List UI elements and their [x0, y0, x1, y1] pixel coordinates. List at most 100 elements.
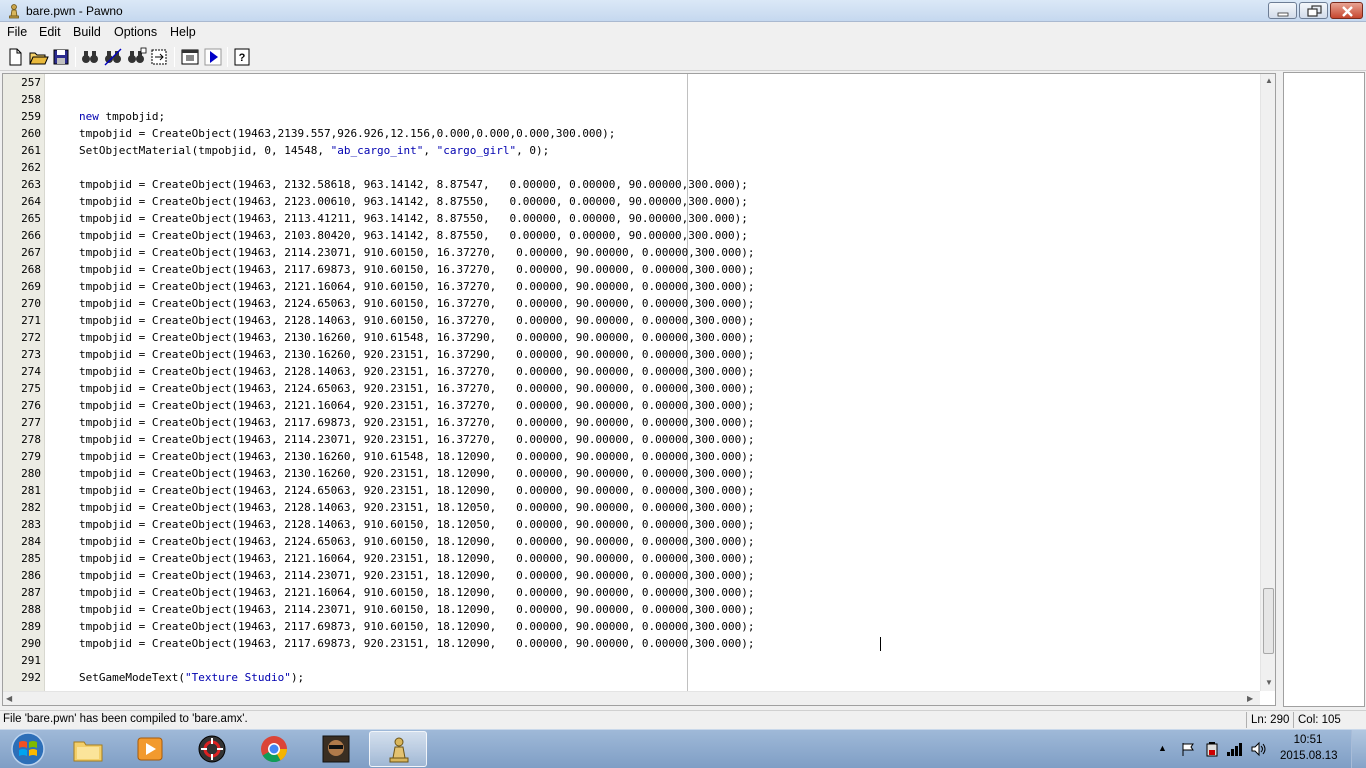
- minimize-icon: [1277, 12, 1289, 17]
- new-file-button[interactable]: [4, 46, 26, 68]
- code-line[interactable]: tmpobjid = CreateObject(19463, 2121.1606…: [79, 397, 755, 414]
- window-title: bare.pwn - Pawno: [26, 4, 123, 18]
- scroll-down-icon[interactable]: ▼: [1265, 678, 1273, 687]
- scroll-right-icon[interactable]: ▶: [1247, 694, 1253, 703]
- menu-build[interactable]: Build: [73, 25, 101, 39]
- code-text: tmpobjid = CreateObject(19463, 2114.2307…: [79, 603, 755, 616]
- code-text: tmpobjid = CreateObject(19463, 2128.1406…: [79, 365, 755, 378]
- code-line[interactable]: tmpobjid = CreateObject(19463, 2130.1626…: [79, 448, 755, 465]
- code-line[interactable]: tmpobjid = CreateObject(19463, 2114.2307…: [79, 601, 755, 618]
- taskbar-game[interactable]: [307, 731, 365, 767]
- find-next-button[interactable]: [102, 46, 124, 68]
- code-line[interactable]: SetObjectMaterial(tmpobjid, 0, 14548, "a…: [79, 142, 549, 159]
- close-button[interactable]: [1330, 2, 1363, 19]
- volume-icon[interactable]: [1250, 741, 1268, 757]
- line-number: 274: [21, 365, 41, 378]
- code-line[interactable]: tmpobjid = CreateObject(19463, 2114.2307…: [79, 244, 755, 261]
- code-text: tmpobjid = CreateObject(19463, 2132.5861…: [79, 178, 748, 191]
- code-line[interactable]: tmpobjid = CreateObject(19463, 2123.0061…: [79, 193, 748, 210]
- replace-button[interactable]: [125, 46, 147, 68]
- code-line[interactable]: tmpobjid = CreateObject(19463, 2128.1406…: [79, 312, 755, 329]
- line-number: 263: [21, 178, 41, 191]
- code-line[interactable]: tmpobjid = CreateObject(19463, 2130.1626…: [79, 329, 755, 346]
- line-number: 270: [21, 297, 41, 310]
- code-area[interactable]: new tmpobjid; tmpobjid = CreateObject(194…: [46, 74, 1260, 691]
- function-list-pane[interactable]: [1283, 72, 1365, 707]
- open-button[interactable]: [27, 46, 49, 68]
- vertical-scrollbar[interactable]: ▲ ▼: [1260, 74, 1275, 691]
- minimize-button[interactable]: [1268, 2, 1297, 19]
- code-line[interactable]: tmpobjid = CreateObject(19463, 2121.1606…: [79, 278, 755, 295]
- code-line[interactable]: tmpobjid = CreateObject(19463, 2103.8042…: [79, 227, 748, 244]
- start-button[interactable]: [2, 730, 54, 768]
- vertical-scroll-thumb[interactable]: [1263, 588, 1274, 654]
- code-line[interactable]: tmpobjid = CreateObject(19463, 2128.1406…: [79, 516, 755, 533]
- code-line[interactable]: tmpobjid = CreateObject(19463, 2117.6987…: [79, 618, 755, 635]
- help-button[interactable]: ?: [231, 46, 253, 68]
- menu-options[interactable]: Options: [114, 25, 157, 39]
- horizontal-scrollbar[interactable]: ◀ ▶: [3, 691, 1260, 705]
- windows-start-icon: [11, 732, 45, 766]
- taskbar-pawno[interactable]: [369, 731, 427, 767]
- code-line[interactable]: tmpobjid = CreateObject(19463, 2121.1606…: [79, 584, 755, 601]
- code-text: tmpobjid = CreateObject(19463, 2130.1626…: [79, 467, 755, 480]
- line-number: 261: [21, 144, 41, 157]
- code-line[interactable]: tmpobjid = CreateObject(19463, 2114.2307…: [79, 431, 755, 448]
- code-line[interactable]: tmpobjid = CreateObject(19463, 2124.6506…: [79, 533, 755, 550]
- code-line[interactable]: tmpobjid = CreateObject(19463, 2128.1406…: [79, 499, 755, 516]
- scroll-left-icon[interactable]: ◀: [6, 694, 12, 703]
- line-number: 267: [21, 246, 41, 259]
- menu-bar: File Edit Build Options Help: [0, 22, 1366, 42]
- taskbar-explorer[interactable]: [59, 731, 117, 767]
- code-line[interactable]: tmpobjid = CreateObject(19463, 2121.1606…: [79, 550, 755, 567]
- code-line[interactable]: tmpobjid = CreateObject(19463, 2117.6987…: [79, 414, 755, 431]
- code-line[interactable]: tmpobjid = CreateObject(19463, 2128.1406…: [79, 363, 755, 380]
- code-text: tmpobjid = CreateObject(19463, 2123.0061…: [79, 195, 748, 208]
- pawno-app-icon: [9, 4, 19, 19]
- scroll-up-icon[interactable]: ▲: [1265, 76, 1273, 85]
- title-bar[interactable]: bare.pwn - Pawno: [0, 0, 1366, 22]
- find-button[interactable]: [79, 46, 101, 68]
- code-line[interactable]: tmpobjid = CreateObject(19463,2139.557,9…: [79, 125, 615, 142]
- code-line[interactable]: tmpobjid = CreateObject(19463, 2124.6506…: [79, 380, 755, 397]
- battery-power-icon[interactable]: [1204, 741, 1220, 757]
- code-line[interactable]: SetGameModeText("Texture Studio");: [79, 669, 304, 686]
- flag-icon[interactable]: [1180, 741, 1196, 757]
- taskbar-chrome[interactable]: [245, 731, 303, 767]
- goto-button[interactable]: [148, 46, 170, 68]
- menu-edit[interactable]: Edit: [39, 25, 61, 39]
- code-line[interactable]: tmpobjid = CreateObject(19463, 2124.6506…: [79, 482, 755, 499]
- line-number: 259: [21, 110, 41, 123]
- taskbar-utility[interactable]: [183, 731, 241, 767]
- taskbar-media-player[interactable]: [121, 731, 179, 767]
- clock-date[interactable]: 2015.08.13: [1280, 750, 1338, 762]
- show-desktop-button[interactable]: [1351, 730, 1366, 768]
- code-line[interactable]: tmpobjid = CreateObject(19463, 2130.1626…: [79, 346, 755, 363]
- code-text: tmpobjid = CreateObject(19463,2139.557,9…: [79, 127, 616, 140]
- code-line[interactable]: tmpobjid = CreateObject(19463, 2130.1626…: [79, 465, 755, 482]
- code-string: "cargo_girl": [436, 144, 517, 157]
- code-line[interactable]: tmpobjid = CreateObject(19463, 2114.2307…: [79, 567, 755, 584]
- menu-help[interactable]: Help: [170, 25, 196, 39]
- code-text: tmpobjid = CreateObject(19463, 2117.6987…: [79, 416, 755, 429]
- code-string: "Texture Studio": [184, 671, 291, 684]
- code-editor[interactable]: 257 258 259 260 261 262 263 264 265 266 267 268 269 2…: [2, 73, 1276, 706]
- code-text: tmpobjid = CreateObject(19463, 2128.1406…: [79, 518, 755, 531]
- line-number: 289: [21, 620, 41, 633]
- compile-button[interactable]: [179, 46, 201, 68]
- code-line[interactable]: tmpobjid = CreateObject(19463, 2113.4121…: [79, 210, 748, 227]
- line-number: 285: [21, 552, 41, 565]
- clock-time[interactable]: 10:51: [1280, 734, 1336, 746]
- save-button[interactable]: [50, 46, 72, 68]
- code-line[interactable]: tmpobjid = CreateObject(19463, 2117.6987…: [79, 635, 755, 652]
- code-line[interactable]: tmpobjid = CreateObject(19463, 2124.6506…: [79, 295, 755, 312]
- run-button[interactable]: [202, 46, 224, 68]
- show-hidden-icons-icon[interactable]: ▲: [1158, 743, 1167, 753]
- menu-file[interactable]: File: [7, 25, 27, 39]
- network-signal-icon[interactable]: [1226, 741, 1244, 757]
- code-line[interactable]: new tmpobjid;: [79, 108, 165, 125]
- line-number: 291: [21, 654, 41, 667]
- code-line[interactable]: tmpobjid = CreateObject(19463, 2132.5861…: [79, 176, 748, 193]
- restore-button[interactable]: [1299, 2, 1328, 19]
- code-line[interactable]: tmpobjid = CreateObject(19463, 2117.6987…: [79, 261, 755, 278]
